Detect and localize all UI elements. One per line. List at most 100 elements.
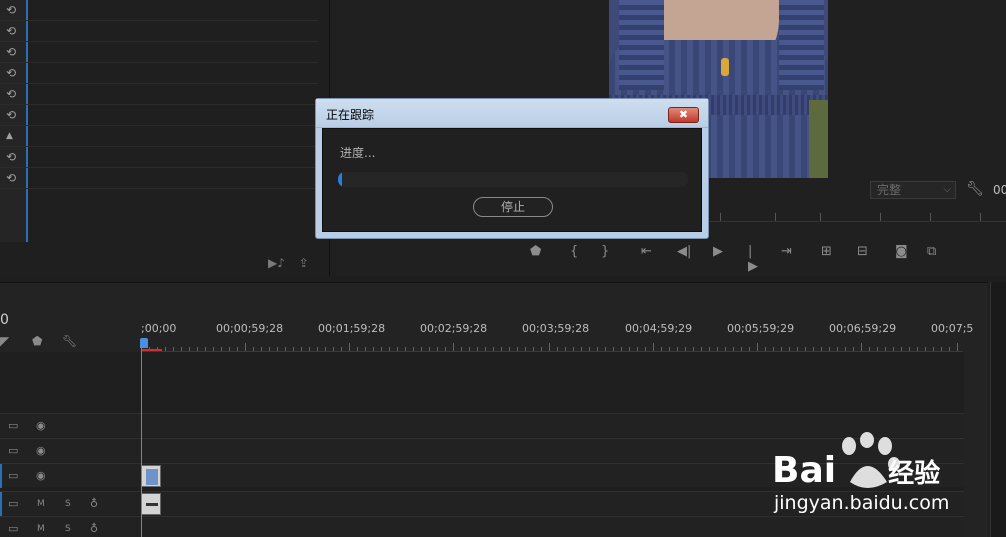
ruler-tick — [957, 343, 958, 351]
timeline-timecode[interactable]: 0 — [0, 312, 9, 328]
play-icon[interactable]: ▶ — [713, 244, 723, 259]
ruler-tick — [413, 347, 414, 351]
undo-icon[interactable]: ⟲ — [6, 87, 16, 101]
solo-button[interactable]: S — [65, 499, 71, 509]
ruler-tick — [317, 347, 318, 351]
watermark-logo: Bai 经验 — [772, 450, 941, 491]
ruler-tick — [565, 347, 566, 351]
wrench-icon[interactable]: 🔧︎ — [966, 181, 984, 197]
ruler-tick — [181, 347, 182, 351]
ruler-tick — [189, 347, 190, 351]
export-icon[interactable]: ⇪ — [299, 256, 309, 270]
ruler-label: 00;03;59;28 — [522, 322, 590, 335]
ruler-tick — [197, 347, 198, 351]
film-icon[interactable]: ▭ — [8, 469, 18, 482]
list-item[interactable]: ⟲ — [0, 63, 318, 84]
ruler-tick — [277, 347, 278, 351]
play-audio-icon[interactable]: ▶♪ — [268, 256, 285, 270]
close-button[interactable]: ✖ — [668, 107, 699, 123]
stop-button[interactable]: 停止 — [473, 197, 553, 217]
undo-icon[interactable]: ⟲ — [6, 150, 16, 164]
ruler-tick — [461, 347, 462, 351]
ruler-tick — [285, 347, 286, 351]
progress-bar — [338, 172, 688, 187]
solo-button[interactable]: S — [65, 524, 71, 534]
ruler-label: 00;00;59;28 — [216, 322, 284, 335]
undo-icon[interactable]: ⟲ — [6, 45, 16, 59]
list-item[interactable]: ⟲ — [0, 147, 318, 168]
work-area-bar[interactable] — [142, 349, 162, 351]
eye-icon[interactable]: ◉ — [36, 469, 46, 482]
ruler-tick — [837, 347, 838, 351]
ruler-tick — [853, 347, 854, 351]
film-icon[interactable]: ▭ — [8, 522, 18, 535]
ruler-tick — [525, 347, 526, 351]
go-to-in-icon[interactable]: ⇤ — [641, 244, 652, 259]
ruler-tick — [685, 347, 686, 351]
ruler-tick — [261, 347, 262, 351]
video-clip[interactable] — [141, 465, 161, 487]
step-forward-icon[interactable]: |▶ — [748, 244, 758, 274]
list-item[interactable]: ▲ — [0, 126, 318, 147]
go-to-out-icon[interactable]: ⇥ — [781, 244, 792, 259]
dialog-titlebar[interactable]: 正在跟踪 ✖ — [316, 99, 708, 128]
wrench-icon[interactable]: 🔧︎ — [62, 334, 77, 348]
ruler-tick — [829, 347, 830, 351]
step-back-icon[interactable]: ◀| — [677, 244, 691, 259]
monitor-ruler[interactable] — [700, 208, 1006, 222]
ruler-label: 00;05;59;29 — [727, 322, 795, 335]
ruler-tick — [293, 347, 294, 351]
ruler-tick — [749, 347, 750, 351]
ruler-tick — [581, 347, 582, 351]
ruler-tick — [373, 347, 374, 351]
ruler-tick — [421, 347, 422, 351]
eye-icon[interactable]: ◉ — [36, 444, 46, 457]
audio-clip[interactable] — [141, 493, 161, 515]
collapse-icon[interactable]: ▲ — [6, 131, 13, 141]
eye-icon[interactable]: ◉ — [36, 419, 46, 432]
chevron-down-icon: ⌵ — [943, 184, 951, 195]
microphone-icon[interactable]: ♁ — [90, 522, 98, 535]
undo-icon[interactable]: ⟲ — [6, 3, 16, 17]
lift-icon[interactable]: ⊞ — [821, 244, 832, 259]
extract-icon[interactable]: ⊟ — [857, 244, 868, 259]
ruler-tick — [237, 347, 238, 351]
add-marker-icon[interactable]: ⬟ — [32, 334, 42, 348]
undo-icon[interactable]: ⟲ — [6, 24, 16, 38]
time-ruler[interactable] — [141, 338, 963, 352]
undo-icon[interactable]: ⟲ — [6, 66, 16, 80]
mark-out-icon[interactable]: } — [601, 244, 609, 259]
track-header: ▭ M S ♁ — [0, 492, 98, 516]
ruler-tick — [741, 347, 742, 351]
ruler-tick — [333, 347, 334, 351]
mark-in-icon[interactable]: { — [570, 244, 578, 259]
mute-button[interactable]: M — [37, 499, 45, 509]
film-icon[interactable]: ▭ — [8, 497, 18, 510]
playback-quality-select[interactable]: 完整 ⌵ — [870, 181, 956, 199]
ruler-label: 00;01;59;28 — [318, 322, 386, 335]
list-item[interactable]: ⟲ — [0, 168, 318, 189]
microphone-icon[interactable]: ♁ — [90, 497, 98, 510]
mute-button[interactable]: M — [37, 524, 45, 534]
ruler-tick — [229, 347, 230, 351]
film-icon[interactable]: ▭ — [8, 444, 18, 457]
list-item[interactable]: ⟲ — [0, 0, 318, 21]
ruler-tick — [245, 343, 246, 351]
add-marker-icon[interactable]: ⬟ — [530, 244, 541, 259]
list-item[interactable]: ⟲ — [0, 84, 318, 105]
undo-icon[interactable]: ⟲ — [6, 108, 16, 122]
ruler-tick — [349, 343, 350, 351]
ruler-tick — [757, 343, 758, 351]
ruler-tick — [901, 347, 902, 351]
ruler-tick — [717, 347, 718, 351]
monitor-timecode: 00 — [993, 183, 1006, 197]
list-item[interactable]: ⟲ — [0, 42, 318, 63]
snap-icon[interactable]: ◤ — [0, 334, 9, 348]
list-item[interactable]: ⟲ — [0, 105, 318, 126]
compare-icon[interactable]: ⧉ — [927, 244, 936, 259]
undo-icon[interactable]: ⟲ — [6, 171, 16, 185]
camera-icon[interactable]: ◙ — [895, 244, 908, 259]
ruler-tick — [213, 347, 214, 351]
film-icon[interactable]: ▭ — [8, 419, 18, 432]
list-item[interactable]: ⟲ — [0, 21, 318, 42]
